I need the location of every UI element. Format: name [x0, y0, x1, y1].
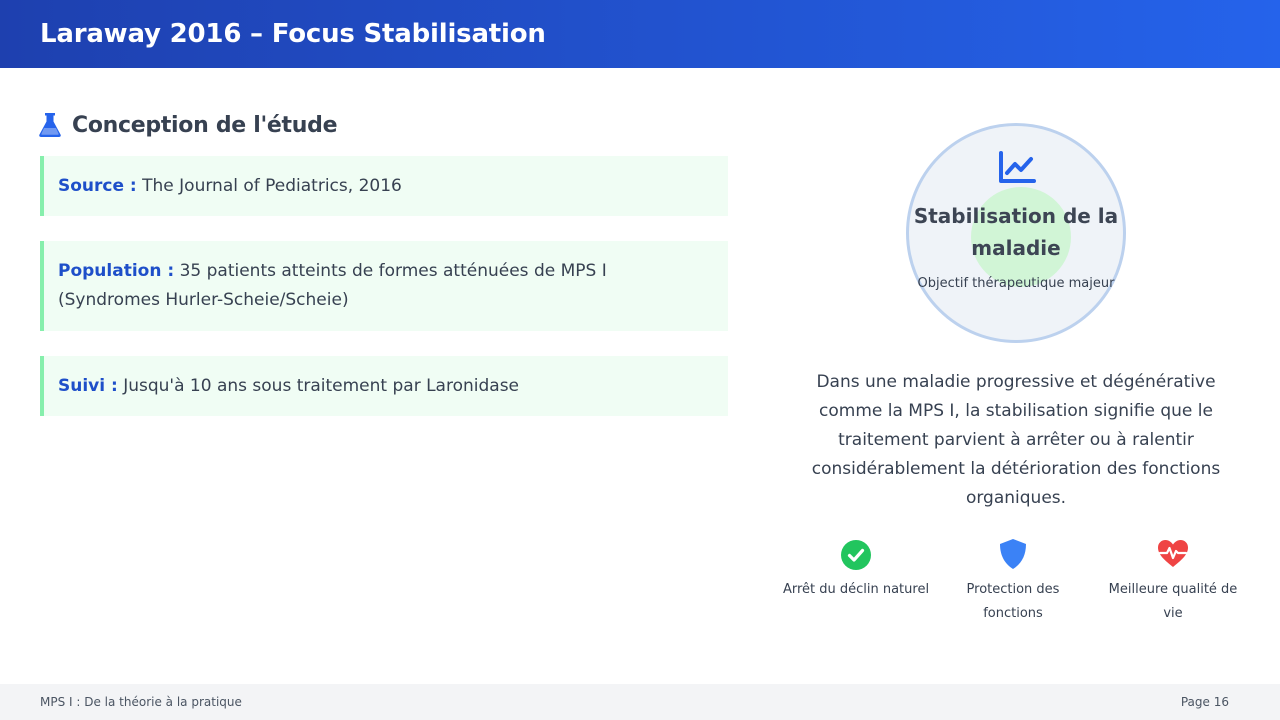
slide-title: Laraway 2016 – Focus Stabilisation [40, 19, 546, 49]
focus-subtitle: Objectif thérapeutique majeur [917, 276, 1115, 291]
info-card-label: Suivi : [58, 375, 118, 396]
slide-footer: MPS I : De la théorie à la pratique Page… [0, 684, 1280, 720]
info-card-suivi: Suivi : Jusqu'à 10 ans sous traitement p… [40, 356, 728, 416]
line-chart-icon [999, 151, 1036, 183]
info-card-population: Population : 35 patients atteints de for… [40, 241, 728, 331]
page-number: Page 16 [1180, 695, 1229, 709]
focus-circle: Stabilisation de la maladie Objectif thé… [906, 123, 1126, 343]
flask-icon [39, 113, 61, 137]
feature-function-protection: Protection des fonctions [938, 536, 1088, 626]
info-card-label: Source : [58, 175, 137, 196]
check-circle-icon [841, 540, 871, 570]
focus-title: Stabilisation de la maladie [913, 204, 1119, 260]
shield-icon [1000, 539, 1026, 569]
feature-label: Meilleure qualité de vie [1108, 582, 1238, 621]
feature-quality-of-life: Meilleure qualité de vie [1098, 536, 1248, 626]
footer-title: MPS I : De la théorie à la pratique [40, 695, 242, 709]
info-card-source: Source : The Journal of Pediatrics, 2016 [40, 156, 728, 216]
slide-header: Laraway 2016 – Focus Stabilisation [0, 0, 1280, 68]
description-text: Dans une maladie progressive et dégénéra… [811, 372, 1221, 508]
section-title: Conception de l'étude [72, 112, 338, 138]
feature-label: Protection des fonctions [966, 582, 1060, 621]
section-heading: Conception de l'étude [38, 108, 338, 142]
info-card-text: Population : 35 patients atteints de for… [58, 257, 714, 315]
info-card-value: Jusqu'à 10 ans sous traitement par Laron… [117, 375, 520, 396]
info-card-label: Population : [58, 261, 175, 281]
info-card-text: Source : The Journal of Pediatrics, 2016 [58, 172, 402, 201]
info-card-value: The Journal of Pediatrics, 2016 [136, 175, 402, 196]
heart-pulse-icon [1158, 540, 1188, 567]
feature-label: Arrêt du déclin naturel [782, 582, 930, 597]
info-card-text: Suivi : Jusqu'à 10 ans sous traitement p… [58, 372, 519, 401]
feature-decline-stop: Arrêt du déclin naturel [781, 536, 931, 602]
